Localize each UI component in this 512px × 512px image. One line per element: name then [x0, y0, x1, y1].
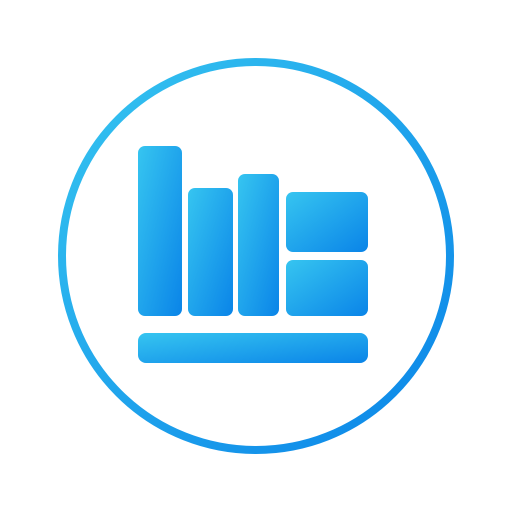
- book-3: [238, 174, 279, 316]
- lower-drawer: [286, 260, 368, 316]
- book-2: [188, 188, 233, 316]
- app-icon-canvas: [0, 0, 512, 512]
- shelf-base: [138, 333, 368, 363]
- library-bookshelf-icon: [58, 58, 454, 454]
- upper-drawer: [286, 192, 368, 252]
- tall-book: [138, 146, 182, 316]
